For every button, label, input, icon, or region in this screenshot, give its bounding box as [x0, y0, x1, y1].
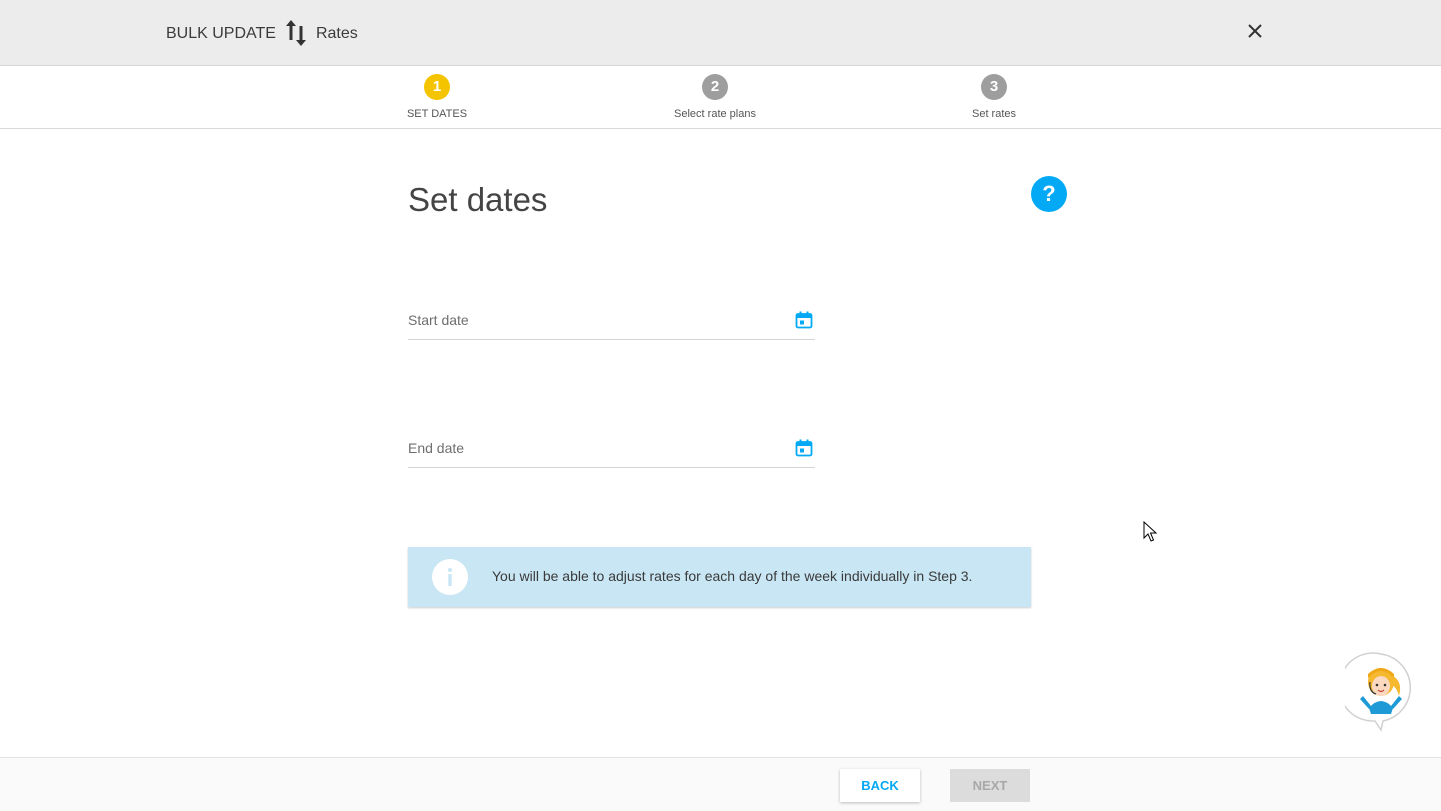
info-icon [432, 559, 468, 595]
step-label: Set rates [971, 108, 1017, 120]
top-bar: BULK UPDATE Rates [0, 0, 1441, 66]
end-date-field[interactable] [408, 433, 815, 468]
stepper: 1 SET DATES 2 Select rate plans 3 Set ra… [0, 66, 1441, 129]
main-content: Set dates ? You will be able to ad [0, 129, 1441, 757]
calendar-icon[interactable] [795, 439, 813, 457]
swap-vertical-icon [285, 20, 306, 46]
step-set-rates[interactable]: 3 Set rates [914, 74, 1074, 120]
start-date-input[interactable] [408, 305, 778, 335]
back-button[interactable]: BACK [840, 769, 920, 802]
info-text: You will be able to adjust rates for eac… [492, 568, 973, 584]
step-number-badge: 1 [424, 74, 450, 100]
info-banner: You will be able to adjust rates for eac… [408, 547, 1031, 607]
support-chat-avatar-icon[interactable] [1345, 652, 1417, 732]
mouse-cursor-icon [1143, 521, 1157, 542]
start-date-field[interactable] [408, 305, 815, 340]
close-icon[interactable] [1243, 19, 1267, 43]
step-number-badge: 3 [981, 74, 1007, 100]
step-number-badge: 2 [702, 74, 728, 100]
title-text: BULK UPDATE [166, 25, 276, 42]
step-label: SET DATES [406, 108, 468, 120]
page-title: Set dates [408, 181, 548, 218]
step-label: Select rate plans [674, 108, 756, 120]
step-select-rate-plans[interactable]: 2 Select rate plans [635, 74, 795, 120]
step-set-dates[interactable]: 1 SET DATES [357, 74, 517, 120]
next-button[interactable]: NEXT [950, 769, 1030, 802]
footer-bar: BACK NEXT [0, 757, 1441, 811]
calendar-icon[interactable] [795, 311, 813, 329]
dialog-title: BULK UPDATE Rates [166, 20, 358, 48]
subtitle-text: Rates [315, 25, 358, 42]
end-date-input[interactable] [408, 433, 778, 463]
help-button[interactable]: ? [1031, 176, 1067, 212]
